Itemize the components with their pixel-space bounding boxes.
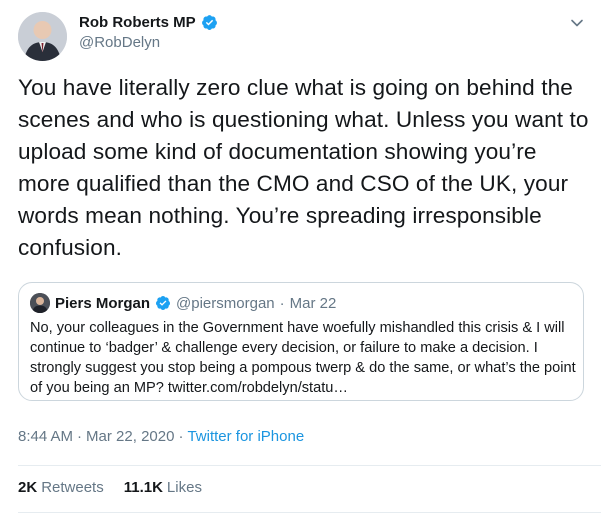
tweet-text: You have literally zero clue what is goi… — [18, 75, 589, 260]
retweets-stat[interactable]: 2K Retweets — [18, 479, 104, 496]
author-avatar[interactable] — [18, 12, 67, 61]
verified-badge-icon — [155, 295, 171, 311]
author-handle[interactable]: @RobDelyn — [79, 34, 218, 51]
retweets-count: 2K — [18, 479, 38, 496]
verified-badge-icon — [201, 14, 218, 31]
likes-label: Likes — [166, 479, 202, 496]
likes-count: 11.1K — [123, 479, 163, 496]
quoted-tweet[interactable]: Piers Morgan @piersmorgan · Mar 22 No, y… — [18, 282, 584, 401]
tweet-card: Rob Roberts MP @RobDelyn You have litera… — [0, 0, 601, 514]
quoted-tweet-header: Piers Morgan @piersmorgan · Mar 22 — [30, 293, 336, 313]
retweets-label: Retweets — [41, 479, 104, 496]
quoted-author-handle: @piersmorgan — [176, 294, 275, 312]
quoted-tweet-text: No, your colleagues in the Government ha… — [30, 320, 576, 396]
quoted-date: Mar 22 — [289, 294, 337, 312]
tweet-stats: 2K Retweets 11.1K Likes — [18, 479, 202, 496]
author-block: Rob Roberts MP @RobDelyn — [79, 14, 218, 51]
author-name[interactable]: Rob Roberts MP — [79, 14, 196, 31]
tweet-time[interactable]: 8:44 AM — [18, 428, 73, 445]
chevron-down-icon[interactable] — [570, 16, 584, 30]
quoted-author-avatar — [30, 293, 50, 313]
divider — [18, 512, 601, 513]
meta-separator: · — [77, 428, 83, 445]
divider — [18, 465, 601, 466]
tweet-date[interactable]: Mar 22, 2020 — [86, 428, 174, 445]
quoted-author-name: Piers Morgan — [55, 294, 151, 312]
likes-stat[interactable]: 11.1K Likes — [124, 479, 202, 496]
meta-separator: · — [178, 428, 184, 445]
tweet-meta: 8:44 AM · Mar 22, 2020 · Twitter for iPh… — [18, 428, 304, 445]
tweet-source-link[interactable]: Twitter for iPhone — [187, 428, 304, 445]
quoted-separator: · — [279, 294, 285, 312]
